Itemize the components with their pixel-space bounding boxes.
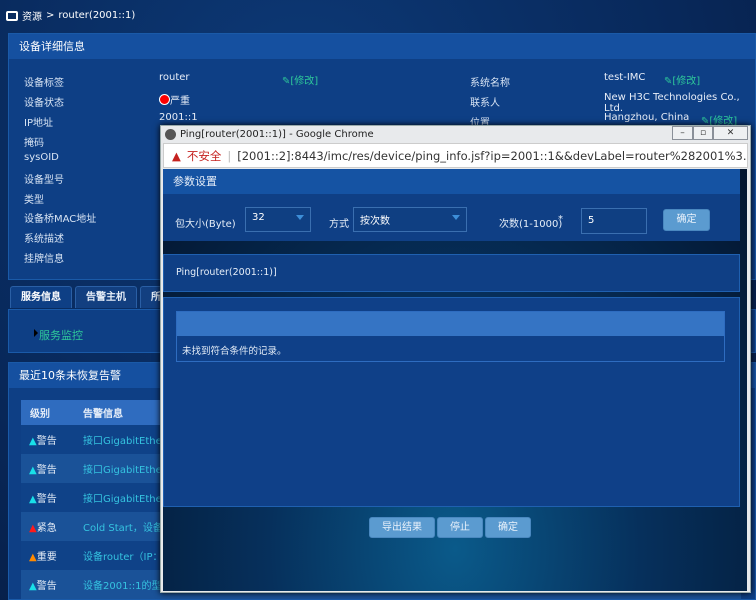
tab-service-info[interactable]: 服务信息: [10, 286, 72, 308]
mode-select[interactable]: 按次数: [353, 207, 467, 232]
alarm-level: 紧急: [36, 523, 57, 534]
packet-size-select[interactable]: 32: [245, 207, 311, 232]
insecure-label: 不安全: [186, 148, 222, 163]
size-label: 包大小(Byte): [175, 219, 236, 230]
action-buttons: 导出结果 停止 确定: [369, 517, 531, 538]
minimize-button[interactable]: –: [672, 126, 693, 140]
ping-target-label: Ping[router(2001::1)]: [176, 267, 277, 278]
status-dot-icon: [159, 94, 170, 105]
field-label: 设备桥MAC地址: [24, 214, 97, 225]
close-button[interactable]: ✕: [713, 126, 748, 140]
alarm-level-icon: ▲: [29, 552, 37, 563]
panel-title: 设备详细信息: [9, 34, 755, 59]
maximize-button[interactable]: ▫: [693, 126, 713, 140]
field-value: test-IMC: [604, 72, 646, 83]
chevron-down-icon: [452, 215, 460, 220]
empty-message: 未找到符合条件的记录。: [182, 346, 287, 357]
mode-label: 方式: [329, 219, 349, 230]
alarm-level: 警告: [36, 436, 57, 447]
alarm-level: 警告: [36, 465, 57, 476]
params-panel: 参数设置 包大小(Byte) 32 方式 按次数 次数(1-1000) * 5 …: [163, 169, 740, 241]
chevron-down-icon: [296, 215, 304, 220]
window-title: Ping[router(2001::1)] - Google Chrome: [180, 129, 374, 140]
tab-alarm-host[interactable]: 告警主机: [75, 286, 137, 308]
alarm-level-icon: ▲: [29, 523, 37, 534]
field-value: 严重: [159, 92, 190, 107]
field-label: 系统描述: [24, 234, 64, 245]
field-label: 设备状态: [24, 98, 64, 109]
breadcrumb: 资源 > router(2001::1): [6, 8, 135, 23]
col-level: 级别: [30, 409, 50, 420]
ping-target-panel: Ping[router(2001::1)]: [163, 254, 740, 292]
count-input[interactable]: 5: [581, 208, 647, 234]
alarm-level: 警告: [36, 581, 57, 592]
field-value: router: [159, 72, 190, 83]
field-value: New H3C Technologies Co., Ltd.: [604, 92, 740, 114]
ok-button[interactable]: 确定: [485, 517, 531, 538]
alarm-level: 警告: [36, 494, 57, 505]
tab-bar: 服务信息 告警主机 所属: [10, 286, 182, 308]
breadcrumb-separator: >: [46, 10, 55, 21]
field-label: 掩码: [24, 138, 44, 149]
confirm-params-button[interactable]: 确定: [663, 209, 710, 231]
chrome-icon: [165, 129, 176, 140]
warning-icon: ▲: [172, 148, 181, 163]
stop-button[interactable]: 停止: [437, 517, 483, 538]
field-label: 类型: [24, 195, 44, 206]
count-label: 次数(1-1000): [499, 219, 563, 230]
breadcrumb-current: router(2001::1): [58, 10, 136, 21]
required-mark: *: [558, 214, 563, 225]
params-title: 参数设置: [163, 169, 740, 194]
field-label: 系统名称: [470, 78, 510, 89]
result-table: 未找到符合条件的记录。: [176, 311, 725, 362]
alarm-level-icon: ▲: [29, 494, 37, 505]
field-label: IP地址: [24, 118, 53, 129]
edit-link[interactable]: ✎[修改]: [664, 72, 700, 87]
url-text: [2001::2]:8443/imc/res/device/ping_info.…: [237, 148, 748, 163]
window-titlebar[interactable]: Ping[router(2001::1)] - Google Chrome: [161, 126, 750, 143]
field-label: 联系人: [470, 98, 500, 109]
alarm-level: 重要: [36, 552, 57, 563]
service-monitor-link[interactable]: 服务监控: [39, 327, 83, 343]
result-panel: 未找到符合条件的记录。: [163, 297, 740, 507]
field-label: 挂牌信息: [24, 254, 64, 265]
edit-label-link[interactable]: ✎[修改]: [282, 72, 318, 87]
address-bar[interactable]: ▲ 不安全 | [2001::2]:8443/imc/res/device/pi…: [163, 143, 748, 168]
field-label: 设备型号: [24, 175, 64, 186]
field-value: 2001::1: [159, 112, 198, 123]
export-button[interactable]: 导出结果: [369, 517, 435, 538]
arrow-right-icon: [34, 329, 38, 337]
ping-popup-window: Ping[router(2001::1)] - Google Chrome – …: [160, 125, 751, 593]
field-value: Hangzhou, China: [604, 112, 690, 123]
field-label: 设备标签: [24, 78, 64, 89]
field-label: sysOID: [24, 152, 59, 163]
resource-icon: [6, 10, 18, 21]
alarm-level-icon: ▲: [29, 581, 37, 592]
alarm-level-icon: ▲: [29, 436, 37, 447]
popup-content: 参数设置 包大小(Byte) 32 方式 按次数 次数(1-1000) * 5 …: [163, 169, 747, 591]
alarm-level-icon: ▲: [29, 465, 37, 476]
breadcrumb-root[interactable]: 资源: [22, 8, 42, 23]
